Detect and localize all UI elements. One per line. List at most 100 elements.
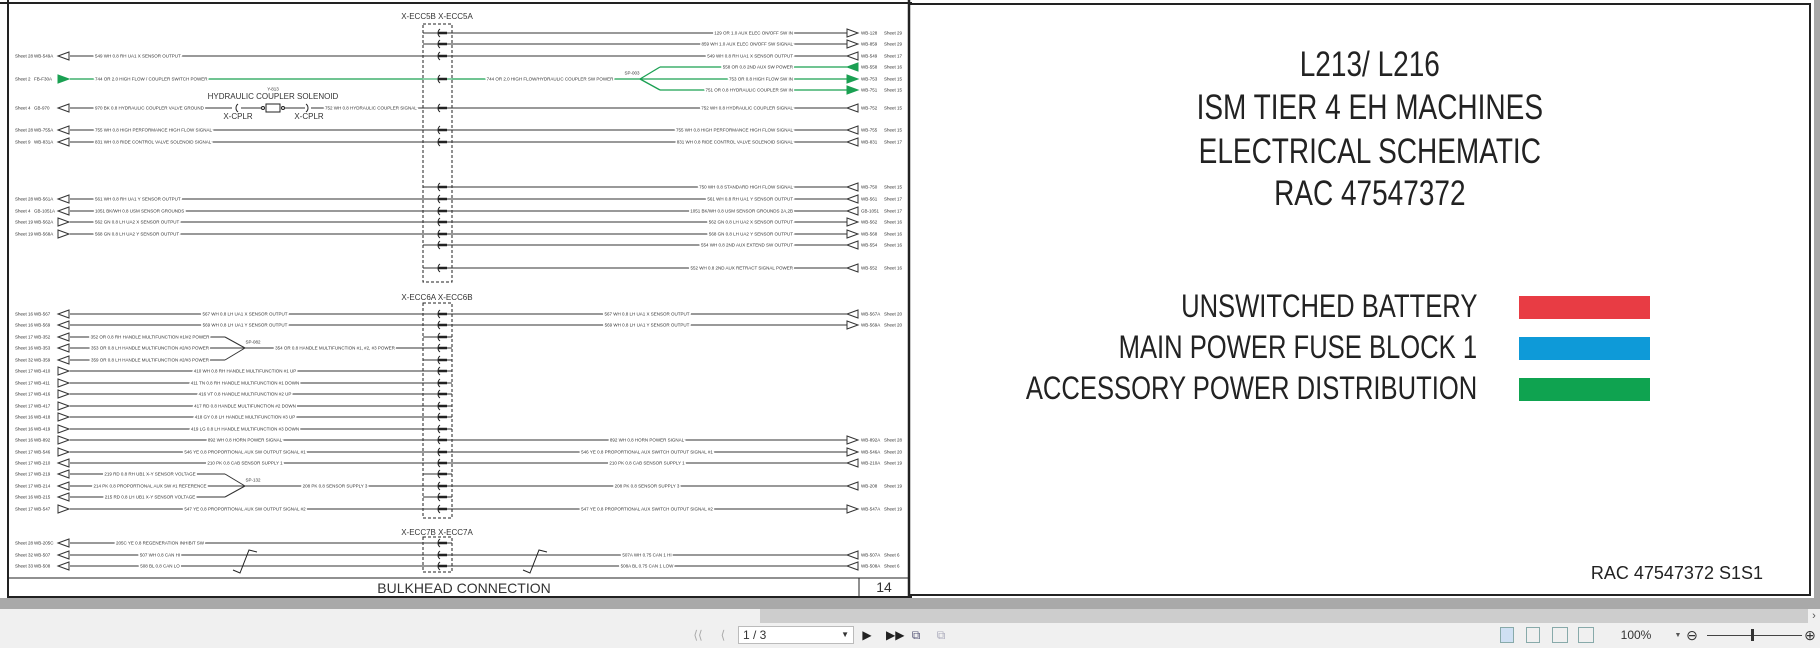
zoom-slider[interactable] — [1707, 635, 1802, 636]
continuous-facing-icon[interactable] — [1578, 627, 1594, 643]
wire-reference: WB-547A — [861, 507, 880, 512]
sheet-reference: Sheet 16 — [884, 266, 903, 271]
splice-branch — [224, 347, 246, 361]
arrow-left-icon — [56, 103, 70, 113]
wire-reference: GB-1051 — [861, 209, 880, 214]
wire-label: 755 WH 0.8 HIGH PERFORMANCE HIGH FLOW SI… — [676, 128, 794, 133]
wire-label: 208 PK 0.8 SENSOR SUPPLY 3 — [615, 484, 680, 489]
wire-label: 214 PK 0.8 PROPORTIONAL AUX SW #1 REFERE… — [93, 484, 206, 489]
wire-label: 970 BK 0.8 HYDRAULIC COUPLER VALVE GROUN… — [95, 106, 205, 111]
arrow-right-icon — [57, 435, 71, 445]
sheet-reference: Sheet 15 — [884, 106, 903, 111]
arrow-right-icon — [846, 217, 860, 227]
wire-label: 1051 BK/WH 0.8 USM SENSOR GROUNDS — [95, 209, 184, 214]
wire-label: 568 GN 0.8 LH UA2 Y SENSOR OUTPUT — [709, 232, 793, 237]
splice-branch — [224, 336, 246, 349]
sheet-reference: Sheet 16 — [884, 243, 903, 248]
facing-icon[interactable] — [1552, 627, 1568, 643]
wire-label: 561 WH 0.8 RH UA1 Y SENSOR OUTPUT — [95, 197, 181, 202]
page-number-input[interactable]: 1 / 3 ▼ — [738, 626, 854, 644]
next-view-icon[interactable]: ⧉ — [935, 627, 947, 644]
arrow-right-icon — [846, 435, 860, 445]
arrow-left-icon — [56, 550, 70, 560]
zoom-dropdown-icon[interactable]: ▼ — [1674, 627, 1682, 644]
sheet-reference: Sheet 19 — [15, 232, 34, 237]
sheet-reference: Sheet 19 — [884, 507, 903, 512]
arrow-right-icon — [57, 217, 71, 227]
connector-housing — [422, 23, 453, 283]
scrollbar-thumb[interactable] — [760, 609, 1808, 623]
wire-label: 507 WH 0.8 CAN HI — [140, 553, 180, 558]
previous-page-icon[interactable]: ⟨ — [718, 627, 728, 644]
arrow-left-icon — [56, 320, 70, 330]
chevron-down-icon[interactable]: ▼ — [841, 627, 849, 643]
first-page-icon[interactable]: ⟨⟨ — [692, 627, 704, 644]
wire-reference: WB-205C — [34, 541, 54, 546]
next-page-icon[interactable]: ▶ — [862, 627, 872, 644]
wire-reference: WB-353 — [34, 346, 51, 351]
sheet-reference: Sheet 19 — [884, 461, 903, 466]
arrow-left-icon — [56, 469, 70, 479]
zoom-level[interactable]: 100% — [1614, 627, 1658, 644]
wire-label: 416 VT 0.8 HANDLE MULTIFUNCTION #2 UP — [199, 392, 292, 397]
wire-reference: WB-755 — [861, 128, 878, 133]
wire-reference: WB-755A — [34, 128, 53, 133]
sheet-reference: Sheet 17 — [884, 54, 903, 59]
wire-label: 354 OR 0.8 HANDLE MULTIFUNCTION #1, #2, … — [275, 346, 395, 351]
sheet-reference: Sheet 29 — [884, 42, 903, 47]
wire-label: 359 OR 0.8 LH HANDLE MULTIFUNCTION #2/#3… — [91, 358, 210, 363]
cover-title-line: RAC 47547372 — [1274, 174, 1466, 213]
zoom-slider-thumb[interactable] — [1750, 629, 1754, 641]
wire-label: 411 TN 0.8 RH HANDLE MULTIFUNCTION #1 DO… — [191, 381, 300, 386]
connector-header: X-ECC6A X-ECC6B — [401, 293, 472, 302]
single-page-icon[interactable] — [1500, 627, 1514, 643]
arrow-left-icon — [845, 62, 859, 72]
arrow-right-icon — [57, 74, 71, 84]
wire-reference: WB-547 — [34, 507, 51, 512]
wire-label: 210 PK 0.8 CAB SENSOR SUPPLY 1 — [207, 461, 283, 466]
wire-reference: WB-210A — [861, 461, 880, 466]
wire-label: 755 WH 0.8 HIGH PERFORMANCE HIGH FLOW SI… — [95, 128, 213, 133]
wire-reference: WB-215 — [34, 495, 51, 500]
sheet-reference: Sheet 16 — [884, 220, 903, 225]
wire-reference: WB-562 — [861, 220, 878, 225]
previous-view-icon[interactable]: ⧉ — [910, 627, 922, 644]
arrow-left-icon — [56, 309, 70, 319]
legend-label-accessory-power: ACCESSORY POWER DISTRIBUTION — [1025, 370, 1477, 406]
wire-label: 751 OR 0.8 HYDRAULIC COUPLER SW IN — [705, 88, 793, 93]
sheet-reference: Sheet 4 — [15, 209, 31, 214]
wire-reference: WB-508A — [861, 564, 880, 569]
scroll-right-icon[interactable]: › — [1808, 609, 1820, 623]
arrow-right-icon — [57, 366, 71, 376]
sheet-reference: Sheet 17 — [15, 484, 34, 489]
zoom-out-icon[interactable]: ⊖ — [1685, 627, 1699, 644]
wire-reference: FB-F30A — [34, 77, 52, 82]
last-page-icon[interactable]: ▶▶ — [886, 627, 904, 644]
sheet-reference: Sheet 9 — [15, 140, 31, 145]
sheet-reference: Sheet 15 — [884, 185, 903, 190]
plug-icon — [305, 103, 309, 113]
continuous-icon[interactable] — [1526, 627, 1540, 643]
wire-label: 554 WH 0.8 2ND AUX EXTEND SW OUTPUT — [701, 243, 793, 248]
wire-reference: WB-752 — [861, 106, 878, 111]
arrow-left-icon — [56, 343, 70, 353]
wire-reference: WB-558 — [861, 65, 878, 70]
wire-reference: GB-970 — [34, 106, 50, 111]
wire-reference: WB-549A — [34, 54, 53, 59]
legend-label-unswitched-battery: UNSWITCHED BATTERY — [1180, 288, 1477, 324]
arrow-right-icon — [846, 447, 860, 457]
wire-label: 546 YE 0.8 PROPORTIONAL AUX SW OUTPUT SI… — [184, 450, 306, 455]
horizontal-scrollbar[interactable]: › — [0, 609, 1820, 623]
arrow-left-icon — [845, 458, 859, 468]
wire-label: 859 WH 1.0 AUX ELEC ON/OFF SW SIGNAL — [701, 42, 793, 47]
connector-header: X-ECC5B X-ECC5A — [401, 12, 473, 21]
sheet-reference: Sheet 4 — [15, 106, 31, 111]
wire-reference: WB-561A — [34, 197, 53, 202]
wire-label: 208 PK 0.8 SENSOR SUPPLY 3 — [303, 484, 368, 489]
sheet-reference: Sheet 17 — [15, 335, 34, 340]
wire-reference: WB-208 — [861, 484, 878, 489]
wire-label: 353 OR 0.8 LH HANDLE MULTIFUNCTION #2/#3… — [91, 346, 210, 351]
arrow-left-icon — [845, 561, 859, 571]
zoom-in-icon[interactable]: ⊕ — [1803, 627, 1817, 644]
arrow-left-icon — [56, 206, 70, 216]
